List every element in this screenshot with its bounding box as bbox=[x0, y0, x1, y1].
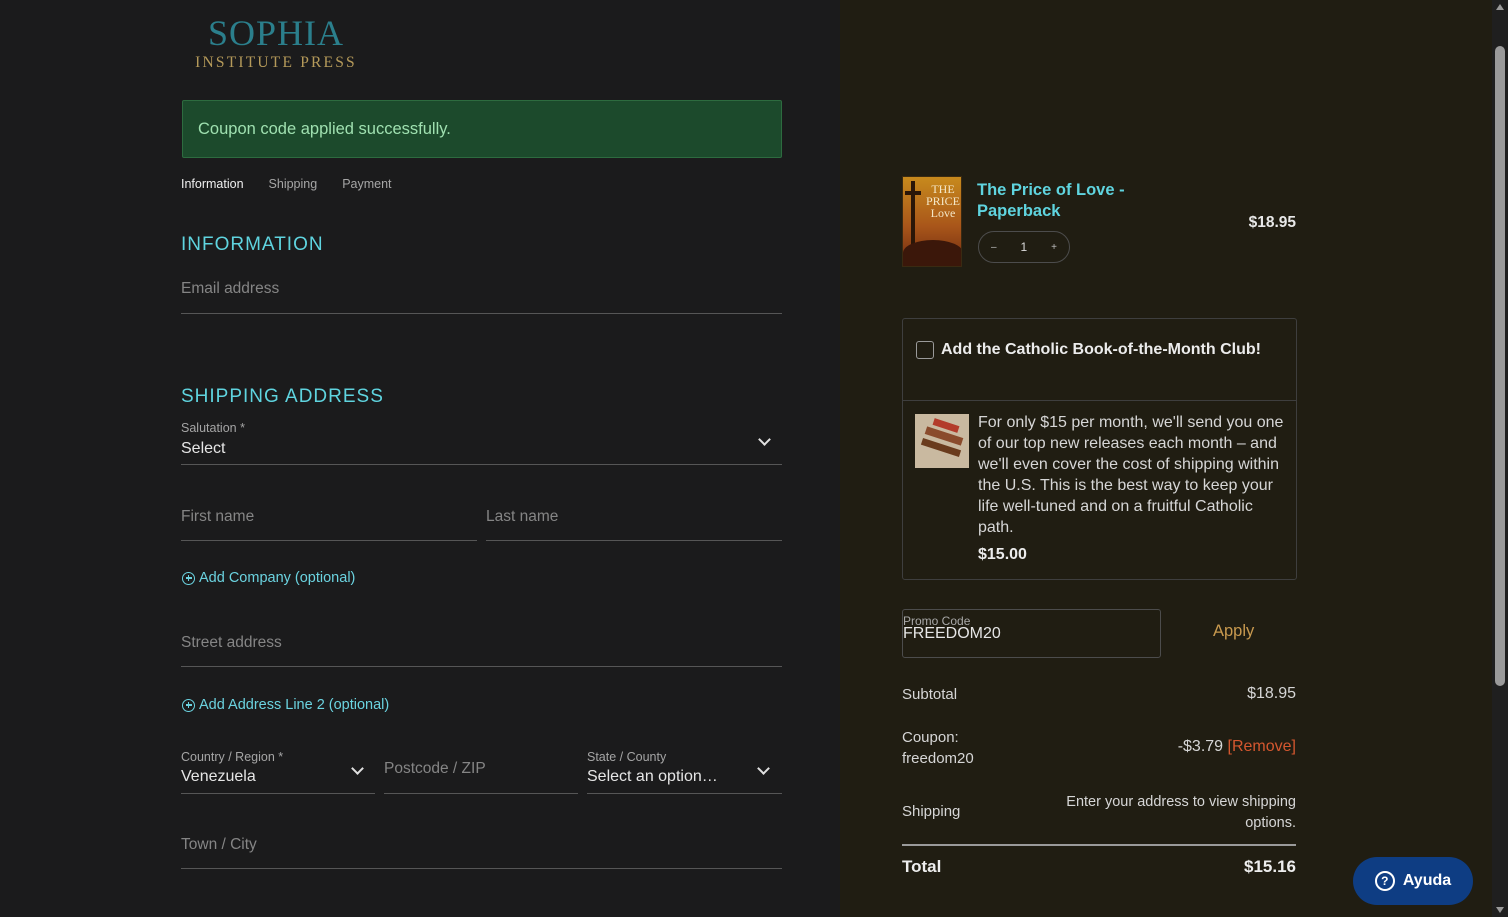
last-name-placeholder: Last name bbox=[486, 508, 559, 525]
scroll-down-arrow-icon[interactable] bbox=[1496, 907, 1504, 913]
logo-main-text: SOPHIA bbox=[207, 13, 345, 53]
chevron-down-icon bbox=[758, 433, 771, 446]
chevron-down-icon bbox=[351, 762, 364, 775]
email-placeholder: Email address bbox=[181, 280, 280, 297]
step-shipping[interactable]: Shipping bbox=[269, 177, 318, 191]
town-city-field[interactable]: Town / City bbox=[181, 833, 782, 869]
sophia-logo[interactable]: SOPHIA INSTITUTE PRESS bbox=[181, 14, 371, 72]
page-scrollbar[interactable] bbox=[1492, 0, 1508, 917]
town-city-placeholder: Town / City bbox=[181, 836, 257, 853]
product-price: $18.95 bbox=[1248, 214, 1296, 231]
total-divider bbox=[902, 844, 1296, 846]
shipping-row: Shipping Enter your address to view ship… bbox=[902, 792, 1296, 834]
shipping-address-title: SHIPPING ADDRESS bbox=[181, 386, 384, 407]
postcode-field[interactable]: Postcode / ZIP bbox=[384, 750, 578, 794]
step-payment[interactable]: Payment bbox=[342, 177, 391, 191]
add-company-link[interactable]: Add Company (optional) bbox=[182, 570, 355, 586]
information-title: INFORMATION bbox=[181, 234, 324, 255]
book-club-description: For only $15 per month, we'll send you o… bbox=[978, 414, 1284, 536]
promo-code-value[interactable]: FREEDOM20 bbox=[903, 625, 1001, 643]
qty-increase-button[interactable]: + bbox=[1051, 242, 1057, 253]
step-information[interactable]: Information bbox=[181, 177, 244, 191]
book-club-title[interactable]: Add the Catholic Book-of-the-Month Club! bbox=[915, 339, 1285, 360]
salutation-select[interactable]: Salutation * Select bbox=[181, 421, 782, 465]
help-label: Ayuda bbox=[1402, 872, 1452, 889]
salutation-label: Salutation * bbox=[181, 421, 245, 435]
street-address-field[interactable]: Street address bbox=[181, 631, 782, 667]
help-button[interactable]: ? Ayuda bbox=[1353, 857, 1473, 905]
add-company-label: Add Company (optional) bbox=[199, 570, 356, 586]
coupon-success-alert: Coupon code applied successfully. bbox=[182, 100, 782, 158]
first-name-field[interactable]: First name bbox=[181, 505, 477, 541]
remove-coupon-link[interactable]: [Remove] bbox=[1228, 738, 1296, 755]
salutation-value: Select bbox=[181, 440, 226, 457]
question-icon: ? bbox=[1374, 871, 1395, 891]
add-address-line2-label: Add Address Line 2 (optional) bbox=[199, 697, 390, 713]
scroll-up-arrow-icon[interactable] bbox=[1496, 4, 1504, 10]
coupon-row: Coupon: freedom20 -$3.79 [Remove] bbox=[902, 729, 1296, 771]
email-field[interactable]: Email address bbox=[181, 278, 782, 314]
coupon-amount-group: -$3.79 [Remove] bbox=[1178, 738, 1296, 756]
subtotal-value: $18.95 bbox=[1247, 685, 1296, 702]
state-value: Select an option… bbox=[587, 768, 718, 785]
plus-circle-icon bbox=[182, 698, 195, 712]
state-select[interactable]: State / County Select an option… bbox=[587, 750, 782, 794]
total-label: Total bbox=[902, 857, 942, 876]
book-club-image bbox=[915, 414, 969, 468]
checkout-steps: Information Shipping Payment bbox=[181, 177, 392, 191]
postcode-placeholder: Postcode / ZIP bbox=[384, 760, 486, 777]
cover-title-text: THE PRICE Love bbox=[925, 182, 960, 220]
coupon-amount: -$3.79 bbox=[1177, 738, 1224, 755]
street-address-placeholder: Street address bbox=[181, 634, 282, 651]
book-club-price: $15.00 bbox=[978, 546, 1027, 563]
product-cover-image[interactable]: THE PRICE Love bbox=[902, 176, 962, 267]
last-name-field[interactable]: Last name bbox=[486, 505, 782, 541]
cover-cross-bar-shape bbox=[905, 191, 921, 195]
country-value: Venezuela bbox=[181, 768, 256, 785]
shipping-label: Shipping bbox=[902, 803, 961, 820]
checkout-form-panel: SOPHIA INSTITUTE PRESS Coupon code appli… bbox=[0, 0, 840, 917]
country-select[interactable]: Country / Region * Venezuela bbox=[181, 750, 375, 794]
book-club-offer: Add the Catholic Book-of-the-Month Club!… bbox=[902, 318, 1297, 580]
subtotal-label: Subtotal bbox=[902, 686, 958, 703]
country-label: Country / Region * bbox=[181, 750, 284, 764]
scroll-thumb[interactable] bbox=[1495, 46, 1505, 686]
plus-circle-icon bbox=[182, 571, 195, 585]
book-club-header: Add the Catholic Book-of-the-Month Club! bbox=[903, 319, 1296, 401]
promo-code-input[interactable]: Promo Code FREEDOM20 bbox=[902, 609, 1161, 658]
chevron-down-icon bbox=[757, 762, 770, 775]
first-name-placeholder: First name bbox=[181, 508, 255, 525]
subtotal-row: Subtotal $18.95 bbox=[902, 685, 1296, 703]
qty-value[interactable]: 1 bbox=[1021, 240, 1028, 254]
alert-message: Coupon code applied successfully. bbox=[198, 120, 451, 138]
logo-sub-text: INSTITUTE PRESS bbox=[195, 54, 357, 71]
qty-decrease-button[interactable]: – bbox=[991, 242, 997, 253]
shipping-note-line-1: Enter your address to view shipping bbox=[1066, 794, 1296, 810]
cover-hill-shape bbox=[903, 240, 961, 266]
shipping-note-line-2: options. bbox=[1245, 815, 1296, 831]
shipping-note: Enter your address to view shipping opti… bbox=[1066, 792, 1296, 834]
add-address-line2-link[interactable]: Add Address Line 2 (optional) bbox=[182, 697, 389, 713]
total-value: $15.16 bbox=[1244, 857, 1296, 876]
state-label: State / County bbox=[587, 750, 667, 764]
apply-promo-button[interactable]: Apply bbox=[1213, 622, 1254, 641]
quantity-stepper[interactable]: – 1 + bbox=[978, 231, 1070, 263]
product-title[interactable]: The Price of Love - Paperback bbox=[977, 180, 1157, 222]
